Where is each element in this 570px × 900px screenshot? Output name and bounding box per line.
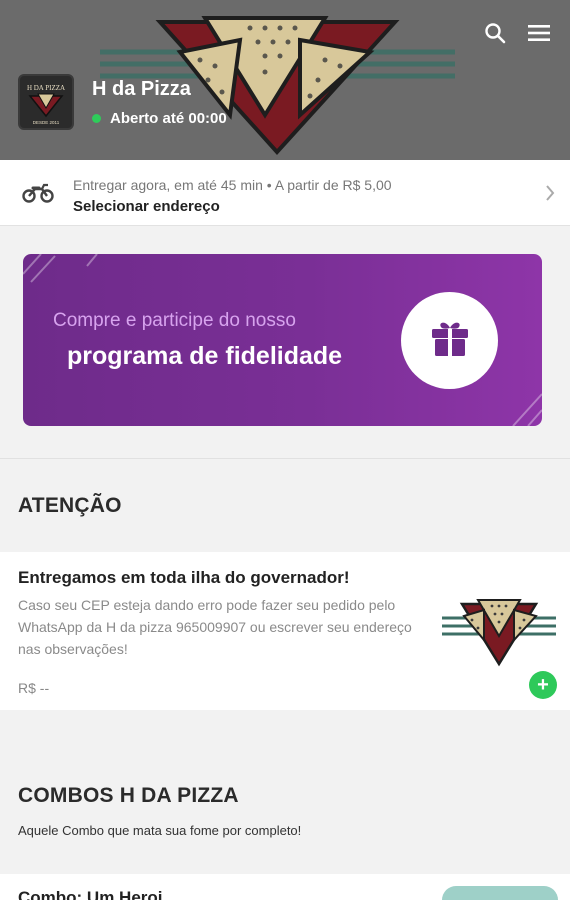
gift-circle — [401, 292, 498, 389]
item-price: R$ -- — [18, 680, 50, 696]
gift-icon — [428, 316, 472, 365]
section-title-atencao: ATENÇÃO — [18, 494, 122, 517]
delivery-address-selector[interactable]: Entregar agora, em até 45 min • A partir… — [0, 160, 570, 226]
svg-text:H DA PIZZA: H DA PIZZA — [27, 84, 65, 92]
status-dot — [92, 114, 101, 123]
status-text: Aberto até 00:00 — [110, 110, 227, 127]
item-image — [442, 599, 556, 667]
section-subtitle-combos: Aquele Combo que mata sua fome por compl… — [18, 823, 302, 838]
menu-item-card[interactable]: Entregamos em toda ilha do governador! C… — [0, 552, 570, 710]
item-title: Entregamos em toda ilha do governador! — [18, 568, 350, 587]
store-logo: H DA PIZZA DESDE 2011 — [18, 74, 74, 130]
banner-subtitle: Compre e participe do nosso — [53, 310, 296, 331]
chevron-right-icon — [544, 184, 556, 207]
item-description: Caso seu CEP esteja dando erro pode faze… — [18, 597, 412, 657]
store-name: H da Pizza — [92, 78, 191, 100]
item-title: Combo: Um Heroi — [18, 888, 163, 900]
add-item-button[interactable]: + — [529, 671, 557, 699]
motorcycle-icon — [22, 180, 54, 209]
loyalty-program-banner[interactable]: Compre e participe do nosso programa de … — [23, 254, 542, 426]
section-divider — [0, 458, 570, 459]
item-image — [442, 886, 558, 900]
delivery-info: Entregar agora, em até 45 min • A partir… — [73, 177, 392, 193]
select-address-label: Selecionar endereço — [73, 198, 220, 215]
store-status: Aberto até 00:00 — [92, 110, 227, 127]
section-title-combos: COMBOS H DA PIZZA — [18, 784, 239, 807]
menu-icon[interactable] — [526, 20, 552, 46]
search-icon[interactable] — [482, 20, 508, 46]
store-header: H DA PIZZA DESDE 2011 H da Pizza Aberto … — [0, 0, 570, 160]
banner-title: programa de fidelidade — [67, 342, 343, 370]
svg-text:DESDE 2011: DESDE 2011 — [33, 120, 60, 125]
menu-item-card[interactable]: Combo: Um Heroi — [0, 874, 570, 900]
